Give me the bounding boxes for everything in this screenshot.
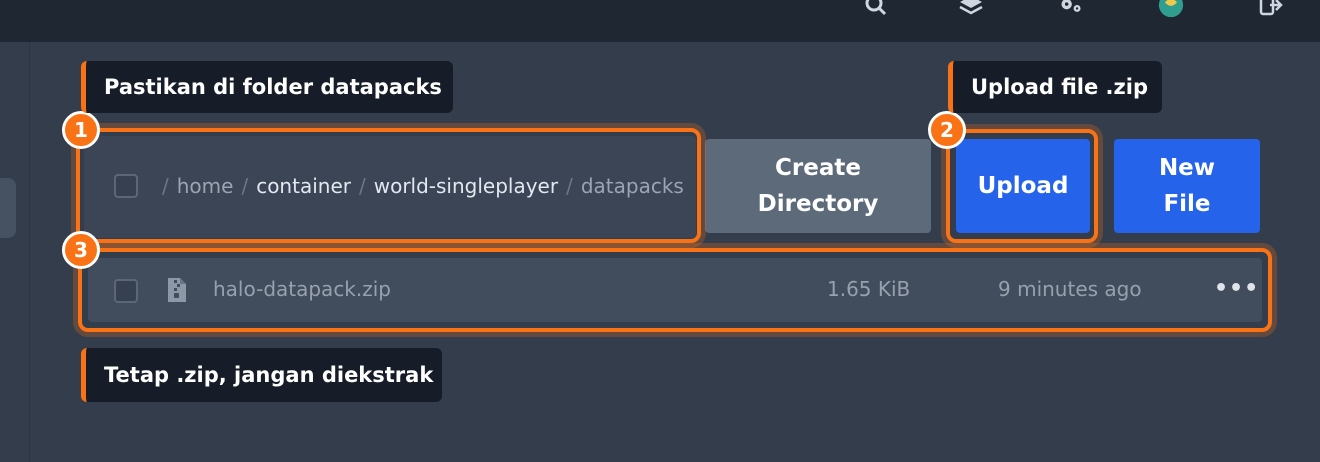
layers-icon[interactable] bbox=[958, 0, 984, 18]
callout-upload-zip: Upload file .zip bbox=[948, 61, 1162, 113]
gears-icon[interactable] bbox=[1058, 0, 1084, 18]
highlight-breadcrumb bbox=[76, 128, 701, 243]
sidebar-toggle[interactable] bbox=[0, 178, 16, 238]
callout-keep-zip: Tetap .zip, jangan diekstrak bbox=[81, 348, 442, 402]
new-file-button[interactable]: New File bbox=[1114, 139, 1260, 233]
step-badge-1: 1 bbox=[62, 111, 100, 149]
callout-3-text: Tetap .zip, jangan diekstrak bbox=[104, 363, 434, 387]
callout-2-text: Upload file .zip bbox=[971, 75, 1148, 99]
step-badge-3: 3 bbox=[62, 231, 100, 269]
callout-1-text: Pastikan di folder datapacks bbox=[104, 75, 442, 99]
search-icon[interactable] bbox=[863, 0, 889, 18]
top-navbar bbox=[0, 0, 1320, 42]
callout-datapacks-folder: Pastikan di folder datapacks bbox=[81, 61, 453, 113]
highlight-upload bbox=[946, 129, 1098, 243]
highlight-file-row bbox=[78, 248, 1272, 332]
sidebar-divider bbox=[29, 42, 30, 462]
logout-icon[interactable] bbox=[1258, 0, 1284, 18]
create-directory-button[interactable]: Create Directory bbox=[705, 139, 931, 233]
new-file-label: New File bbox=[1158, 155, 1216, 217]
step-badge-2: 2 bbox=[928, 111, 966, 149]
avatar[interactable] bbox=[1158, 0, 1184, 18]
create-directory-label: Create Directory bbox=[757, 155, 879, 217]
